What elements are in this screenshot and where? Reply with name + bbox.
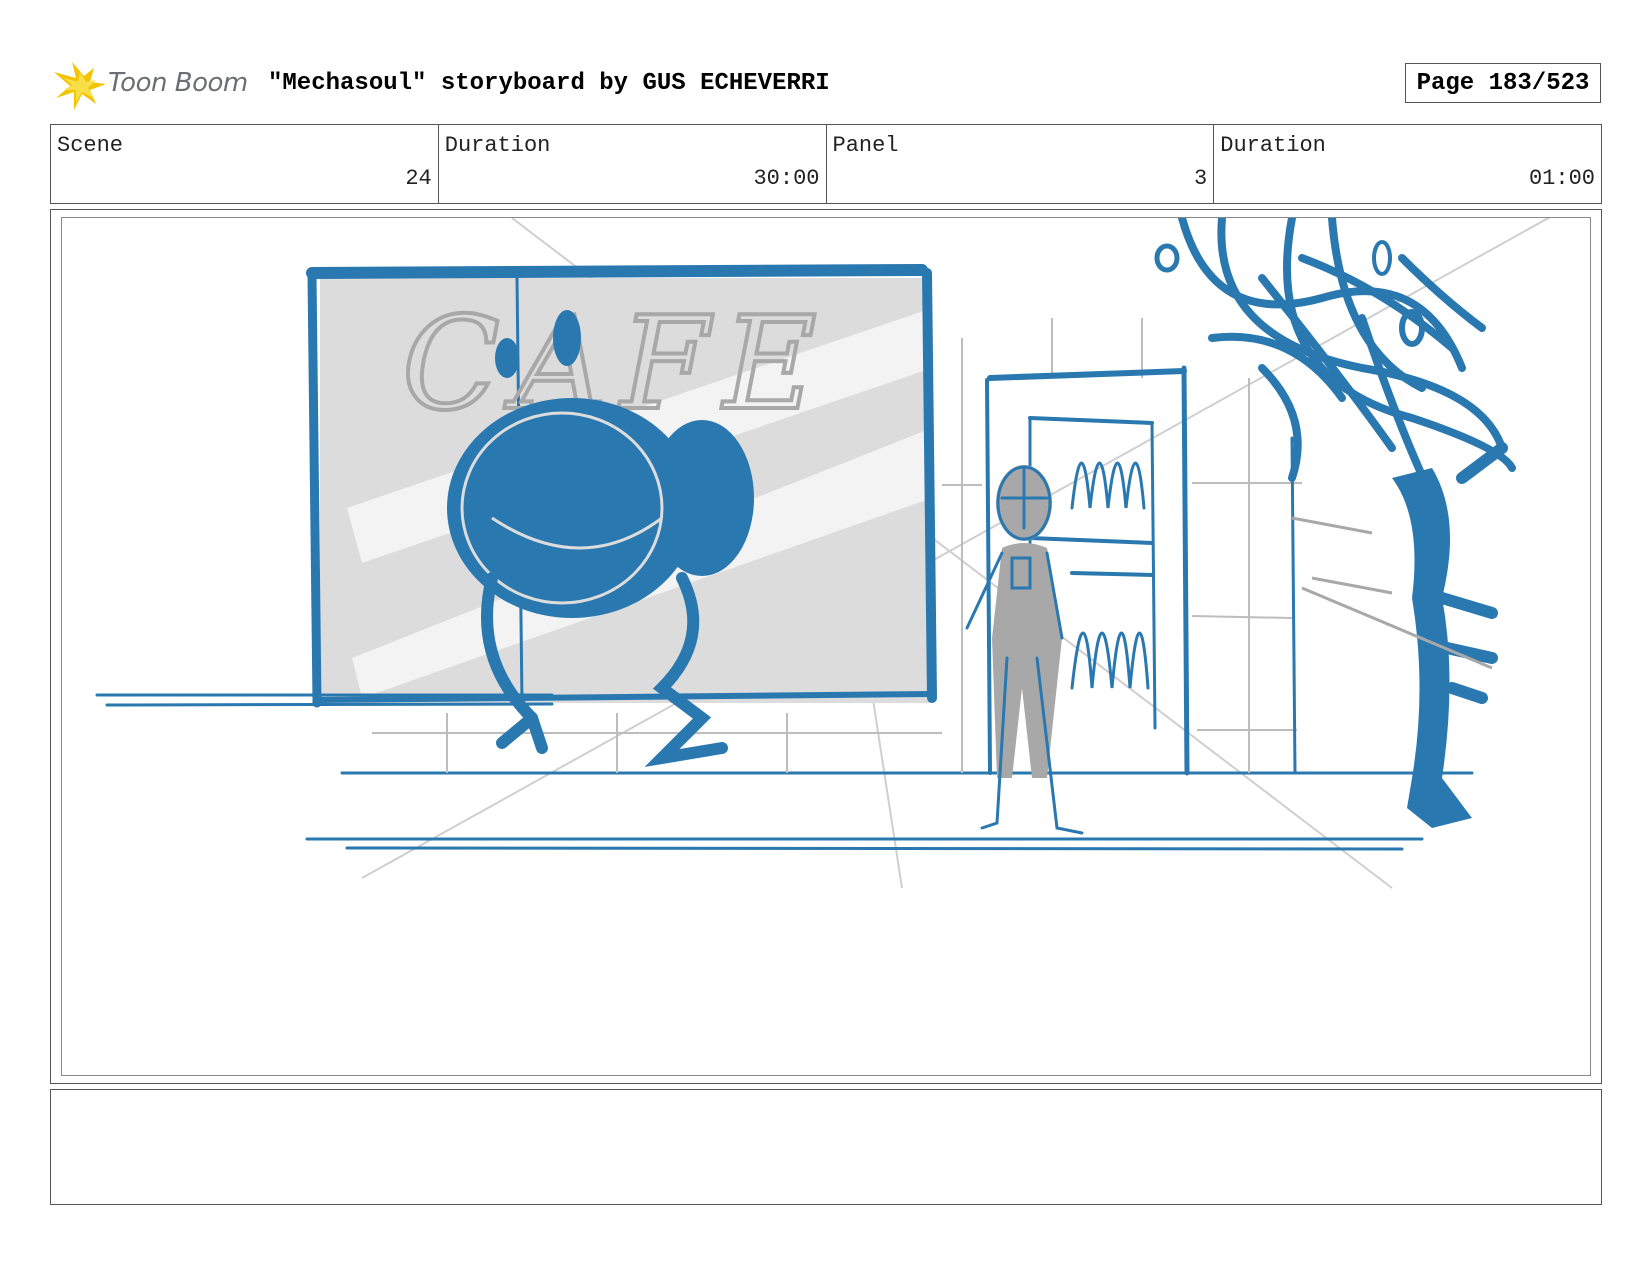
- scene-duration-label: Duration: [444, 133, 551, 158]
- panel-notes-box: [50, 1089, 1602, 1205]
- tree: [1154, 218, 1516, 828]
- panel-cell: Panel 3: [827, 125, 1215, 203]
- panel-duration-label: Duration: [1220, 133, 1326, 158]
- scene-cell: Scene 24: [51, 125, 439, 203]
- sketch-canvas: CAFE: [95, 218, 1551, 889]
- toon-boom-logo: Toon Boom: [52, 58, 252, 112]
- panel-duration-value: 01:00: [1528, 166, 1595, 191]
- scene-info-table: Scene 24 Duration 30:00 Panel 3 Duration…: [50, 124, 1602, 204]
- ground-lines: [95, 693, 1474, 851]
- logo-wordmark: Toon Boom: [108, 68, 248, 98]
- storyboard-title: "Mechasoul" storyboard by GUS ECHEVERRI: [268, 70, 830, 97]
- toon-boom-burst-icon: [54, 62, 106, 110]
- storyboard-drawing: CAFE: [61, 217, 1591, 1076]
- panel-duration-cell: Duration 01:00: [1214, 125, 1601, 203]
- panel-label: Panel: [832, 133, 899, 158]
- scene-label: Scene: [57, 133, 124, 158]
- panel-value: 3: [1194, 166, 1208, 191]
- human-figure: [965, 465, 1084, 835]
- scene-value: 24: [405, 166, 432, 191]
- scene-duration-cell: Duration 30:00: [439, 125, 827, 203]
- page-indicator: Page 183/523: [1405, 63, 1601, 103]
- scene-duration-value: 30:00: [753, 166, 820, 191]
